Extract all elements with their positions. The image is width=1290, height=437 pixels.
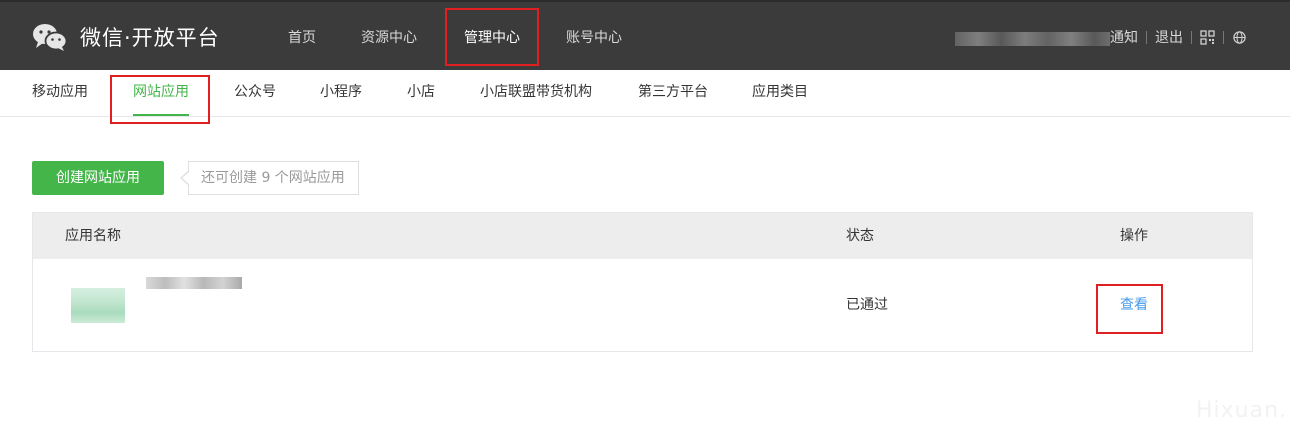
tab-app-category[interactable]: 应用类目 — [752, 70, 808, 116]
status-cell: 已通过 — [846, 297, 888, 313]
tab-mobile-app[interactable]: 移动应用 — [32, 70, 88, 116]
globe-icon[interactable] — [1232, 30, 1247, 45]
tab-third-party-platform[interactable]: 第三方平台 — [638, 70, 708, 116]
sub-nav: 移动应用 网站应用 公众号 小程序 小店 小店联盟带货机构 第三方平台 应用类目 — [0, 70, 1290, 117]
tab-mini-program[interactable]: 小程序 — [320, 70, 362, 116]
watermark: Hixuan. — [1196, 398, 1288, 423]
active-tab-indicator — [133, 114, 189, 116]
divider — [1223, 30, 1224, 44]
notify-link[interactable]: 通知 — [1110, 27, 1138, 47]
divider — [1146, 30, 1147, 44]
tab-website-app[interactable]: 网站应用 — [133, 70, 189, 116]
top-nav-resources[interactable]: 资源中心 — [361, 2, 417, 72]
top-nav-management[interactable]: 管理中心 — [464, 2, 520, 72]
top-right-links: 通知 退出 — [1110, 2, 1247, 72]
app-table: 应用名称 状态 操作 已通过 查看 — [32, 212, 1253, 352]
remaining-quota-tip: 还可创建 9 个网站应用 — [188, 161, 359, 195]
tab-shop[interactable]: 小店 — [407, 70, 435, 116]
qrcode-icon[interactable] — [1200, 29, 1215, 45]
top-header: 微信·开放平台 首页 资源中心 管理中心 账号中心 通知 退出 — [0, 0, 1290, 70]
create-website-app-button[interactable]: 创建网站应用 — [32, 161, 164, 195]
brand-title: 微信·开放平台 — [80, 26, 220, 50]
column-header-name: 应用名称 — [65, 228, 121, 244]
top-nav-home[interactable]: 首页 — [288, 2, 316, 72]
divider — [1191, 30, 1192, 44]
tab-shop-alliance[interactable]: 小店联盟带货机构 — [480, 70, 592, 116]
brand-logo[interactable]: 微信·开放平台 — [32, 22, 220, 52]
view-link[interactable]: 查看 — [1120, 259, 1148, 351]
app-name-redacted — [146, 277, 242, 289]
account-name-redacted — [955, 32, 1110, 46]
wechat-logo-icon — [32, 22, 68, 52]
table-row: 已通过 查看 — [33, 259, 1252, 351]
column-header-status: 状态 — [846, 228, 874, 244]
top-nav-account[interactable]: 账号中心 — [566, 2, 622, 72]
app-icon-redacted — [71, 288, 125, 323]
column-header-operation: 操作 — [1120, 228, 1148, 244]
tip-arrow-inner — [182, 172, 189, 184]
table-header: 应用名称 状态 操作 — [33, 213, 1252, 259]
tab-official-account[interactable]: 公众号 — [234, 70, 276, 116]
logout-link[interactable]: 退出 — [1155, 27, 1183, 47]
